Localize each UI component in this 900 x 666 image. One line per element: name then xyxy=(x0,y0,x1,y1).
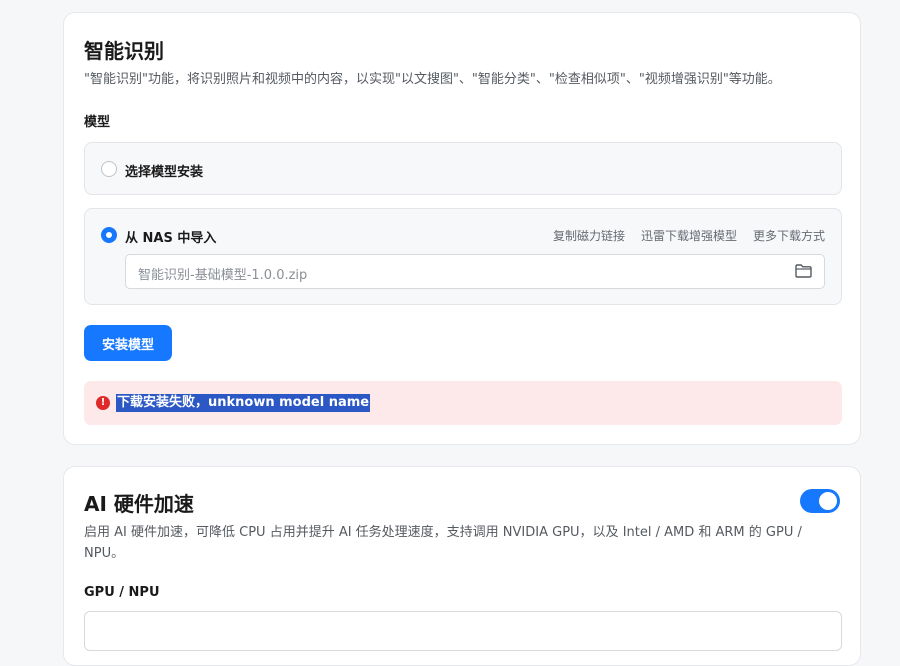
copy-magnet-link[interactable]: 复制磁力链接 xyxy=(553,227,625,244)
error-message-text: 下载安装失败，unknown model name xyxy=(116,394,371,412)
radio-select-install[interactable] xyxy=(101,161,117,177)
install-model-button[interactable]: 安装模型 xyxy=(84,325,172,361)
gpu-npu-select[interactable] xyxy=(84,611,842,651)
ai-acceleration-toggle[interactable] xyxy=(800,489,840,513)
ai-acceleration-description-line1: 启用 AI 硬件加速，可降低 CPU 占用并提升 AI 任务处理速度，支持调用 … xyxy=(84,525,802,540)
smart-recognition-card: 智能识别 "智能识别"功能，将识别照片和视频中的内容，以实现"以文搜图"、"智能… xyxy=(63,12,861,445)
folder-icon[interactable] xyxy=(795,264,812,278)
option-import-nas[interactable]: 从 NAS 中导入 复制磁力链接 迅雷下载增强模型 更多下载方式 智能识别-基础… xyxy=(84,208,842,305)
model-label: 模型 xyxy=(84,115,111,130)
smart-recognition-description: "智能识别"功能，将识别照片和视频中的内容，以实现"以文搜图"、"智能分类"、"… xyxy=(84,72,781,87)
model-file-input[interactable]: 智能识别-基础模型-1.0.0.zip xyxy=(125,254,825,289)
more-download-link[interactable]: 更多下载方式 xyxy=(753,227,825,244)
thunder-download-link[interactable]: 迅雷下载增强模型 xyxy=(641,227,737,244)
option-select-install-label: 选择模型安装 xyxy=(125,165,204,180)
error-message-bar: ! 下载安装失败，unknown model name xyxy=(84,381,842,425)
ai-acceleration-card: AI 硬件加速 启用 AI 硬件加速，可降低 CPU 占用并提升 AI 任务处理… xyxy=(63,466,861,666)
radio-import-nas[interactable] xyxy=(101,227,117,243)
download-links: 复制磁力链接 迅雷下载增强模型 更多下载方式 xyxy=(553,227,825,244)
error-circle-icon: ! xyxy=(96,396,110,410)
toggle-knob xyxy=(819,492,837,510)
ai-acceleration-title: AI 硬件加速 xyxy=(84,492,194,516)
model-file-value: 智能识别-基础模型-1.0.0.zip xyxy=(138,268,308,283)
smart-recognition-title: 智能识别 xyxy=(84,39,164,63)
option-import-nas-label: 从 NAS 中导入 xyxy=(125,231,217,246)
option-select-install[interactable]: 选择模型安装 xyxy=(84,142,842,195)
ai-acceleration-description-line2: NPU。 xyxy=(84,546,125,561)
gpu-npu-label: GPU / NPU xyxy=(84,585,160,600)
